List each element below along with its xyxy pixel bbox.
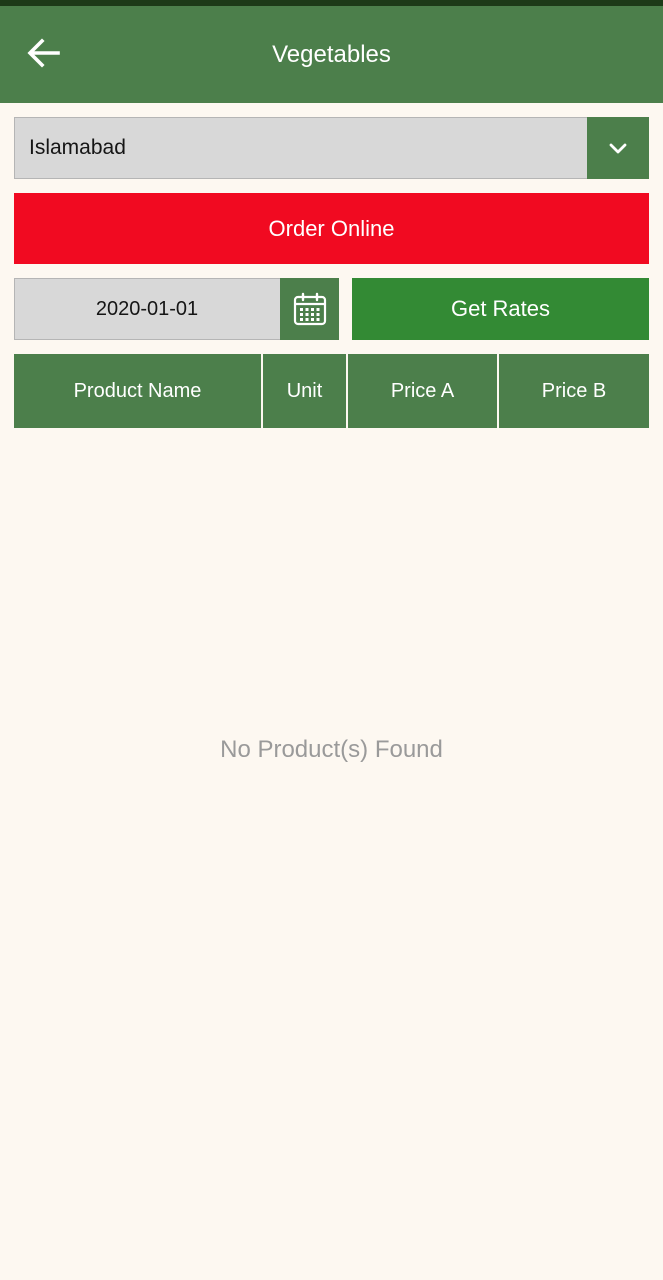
chevron-down-icon [609,143,627,154]
column-header-price-a: Price A [348,354,497,428]
city-select-value: Islamabad [29,136,126,159]
page-title: Vegetables [272,40,391,68]
date-input[interactable]: 2020-01-01 [15,279,279,339]
get-rates-button[interactable]: Get Rates [352,278,649,340]
calendar-icon [293,292,326,326]
calendar-button[interactable] [280,278,339,340]
city-dropdown-button[interactable] [587,117,649,179]
arrow-left-icon [27,38,60,68]
date-field[interactable]: 2020-01-01 [14,278,339,340]
table-header: Product Name Unit Price A Price B [14,354,649,428]
back-button[interactable] [18,28,68,78]
column-header-unit: Unit [263,354,346,428]
column-header-product-name: Product Name [14,354,261,428]
city-select[interactable]: Islamabad [14,117,649,179]
order-online-button[interactable]: Order Online [14,193,649,264]
empty-state-message: No Product(s) Found [220,736,443,763]
app-bar: Vegetables [0,6,663,103]
column-header-price-b: Price B [499,354,649,428]
